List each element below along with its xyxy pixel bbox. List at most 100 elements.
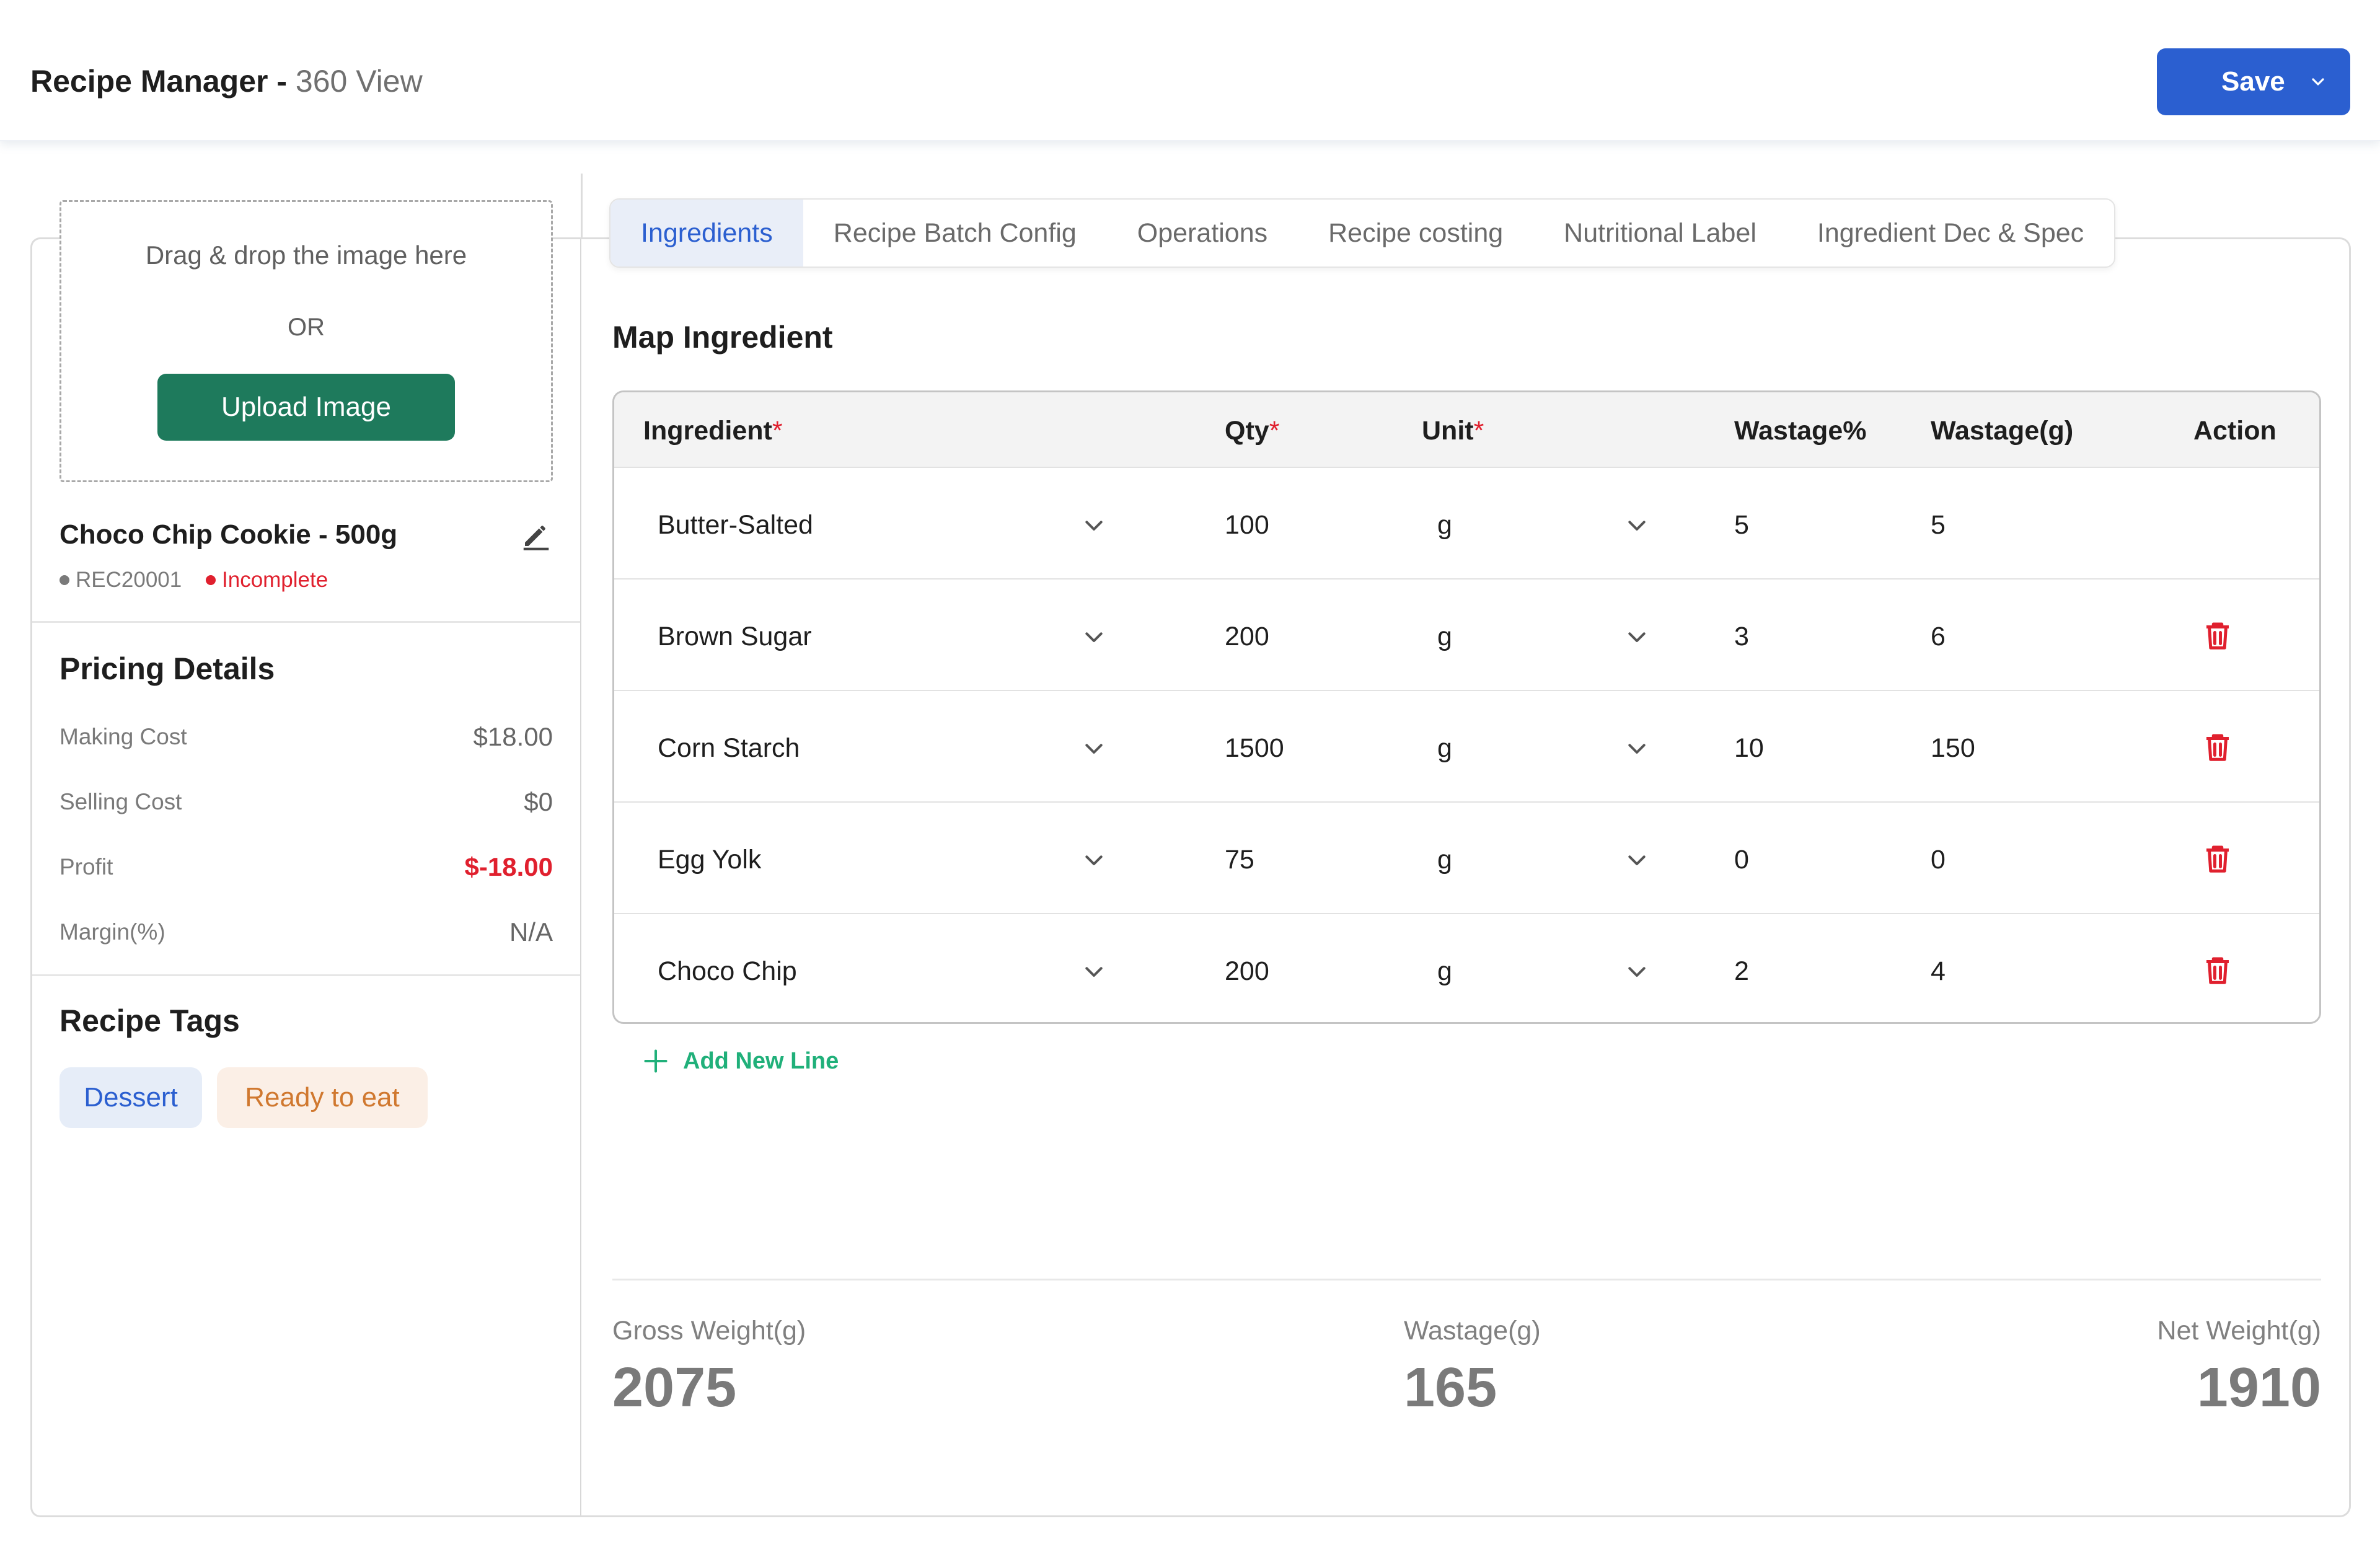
qty-input[interactable]: 1500	[1225, 733, 1284, 764]
ingredient-table: Ingredient* Qty* Unit* Wastage% Wastage(…	[612, 390, 2321, 1024]
chevron-down-icon[interactable]	[1082, 960, 1106, 979]
unit-select[interactable]: g	[1437, 622, 1452, 652]
unit-select[interactable]: g	[1437, 510, 1452, 540]
recipe-code: REC20001	[60, 568, 182, 593]
col-action: Action	[2193, 416, 2276, 446]
status-dot	[206, 575, 216, 585]
unit-select[interactable]: g	[1437, 845, 1452, 875]
price-label: Profit	[60, 854, 113, 879]
required-mark: *	[1473, 416, 1484, 446]
tab-nutritional-label[interactable]: Nutritional Label	[1533, 200, 1787, 267]
chevron-down-icon[interactable]	[1082, 625, 1106, 644]
chevron-down-icon[interactable]	[2308, 72, 2328, 92]
delete-trash-icon[interactable]	[2201, 951, 2234, 989]
wastage-total-label: Wastage(g)	[1404, 1316, 1541, 1346]
tag-dessert[interactable]: Dessert	[60, 1067, 202, 1128]
ingredient-select[interactable]: Corn Starch	[658, 733, 800, 764]
status-text: Incomplete	[222, 568, 328, 592]
ingredient-select[interactable]: Butter-Salted	[658, 510, 813, 540]
dropzone-or: OR	[288, 314, 325, 341]
col-unit-label: Unit	[1422, 416, 1474, 446]
table-header: Ingredient* Qty* Unit* Wastage% Wastage(…	[614, 392, 2319, 467]
tab-bar: Ingredients Recipe Batch Config Operatio…	[609, 198, 2116, 268]
tab-recipe-costing[interactable]: Recipe costing	[1298, 200, 1533, 267]
plus-icon	[644, 1049, 668, 1073]
save-button-label: Save	[2221, 66, 2285, 97]
upload-image-button[interactable]: Upload Image	[157, 374, 455, 441]
net-weight-value: 1910	[2197, 1357, 2321, 1419]
price-label: Selling Cost	[60, 789, 182, 814]
wastage-g-value: 0	[1931, 845, 1946, 875]
tab-ingredients[interactable]: Ingredients	[610, 200, 803, 267]
image-dropzone[interactable]: Drag & drop the image here OR Upload Ima…	[60, 200, 553, 482]
chevron-down-icon[interactable]	[1624, 514, 1649, 532]
chevron-down-icon[interactable]	[1082, 737, 1106, 756]
col-ingredient: Ingredient*	[643, 416, 783, 446]
delete-trash-icon[interactable]	[2201, 728, 2234, 765]
table-row: Brown Sugar 200 g 3 6	[614, 578, 2319, 690]
wastage-pct-input[interactable]: 5	[1734, 510, 1749, 540]
tags-title: Recipe Tags	[60, 1003, 240, 1038]
col-ingredient-label: Ingredient	[643, 416, 772, 446]
chevron-down-icon[interactable]	[1624, 848, 1649, 867]
price-value: $-18.00	[464, 852, 553, 881]
status-badge: Incomplete	[206, 568, 328, 593]
col-qty: Qty*	[1225, 416, 1279, 446]
gross-weight-value: 2075	[612, 1357, 737, 1419]
wastage-pct-input[interactable]: 0	[1734, 845, 1749, 875]
price-value: N/A	[509, 917, 553, 946]
wastage-g-value: 6	[1931, 622, 1946, 651]
wastage-pct-input[interactable]: 10	[1734, 733, 1764, 764]
delete-trash-icon[interactable]	[2201, 840, 2234, 877]
qty-input[interactable]: 100	[1225, 510, 1269, 540]
recipe-code-text: REC20001	[76, 568, 182, 592]
table-row: Egg Yolk 75 g 0 0	[614, 801, 2319, 913]
ingredient-select[interactable]: Brown Sugar	[658, 622, 812, 652]
col-wastage-pct: Wastage%	[1734, 416, 1867, 446]
qty-input[interactable]: 75	[1225, 845, 1254, 875]
delete-trash-icon[interactable]	[2201, 617, 2234, 654]
gross-weight-label: Gross Weight(g)	[612, 1316, 806, 1346]
price-label: Margin(%)	[60, 919, 165, 945]
table-row: Butter-Salted 100 g 5 5	[614, 467, 2319, 578]
chevron-down-icon[interactable]	[1082, 514, 1106, 532]
tab-ingredient-dec-spec[interactable]: Ingredient Dec & Spec	[1787, 200, 2114, 267]
add-new-line-button[interactable]: Add New Line	[642, 1047, 839, 1075]
unit-select[interactable]: g	[1437, 733, 1452, 764]
wastage-pct-input[interactable]: 2	[1734, 956, 1749, 987]
col-wastage-g: Wastage(g)	[1931, 416, 2074, 446]
chevron-down-icon[interactable]	[1082, 848, 1106, 867]
unit-select[interactable]: g	[1437, 956, 1452, 987]
wastage-pct-input[interactable]: 3	[1734, 622, 1749, 652]
pricing-row-making-cost: Making Cost $18.00	[60, 722, 553, 752]
tag-ready-to-eat[interactable]: Ready to eat	[217, 1067, 428, 1128]
save-button[interactable]: Save	[2157, 48, 2350, 115]
tab-recipe-batch-config[interactable]: Recipe Batch Config	[803, 200, 1107, 267]
chevron-down-icon[interactable]	[1624, 625, 1649, 644]
net-weight-label: Net Weight(g)	[2157, 1316, 2321, 1346]
required-mark: *	[1269, 416, 1280, 446]
qty-input[interactable]: 200	[1225, 622, 1269, 652]
qty-input[interactable]: 200	[1225, 956, 1269, 987]
table-row: Corn Starch 1500 g 10 150	[614, 690, 2319, 801]
page-title-main: Recipe Manager -	[30, 64, 296, 99]
price-label: Making Cost	[60, 724, 187, 749]
summary-divider	[612, 1279, 2321, 1280]
pricing-row-profit: Profit $-18.00	[60, 852, 553, 882]
code-dot	[60, 575, 69, 585]
edit-pencil-icon[interactable]	[519, 518, 553, 552]
dropzone-instruction: Drag & drop the image here	[145, 240, 467, 270]
wastage-total-value: 165	[1404, 1357, 1497, 1419]
pricing-row-margin: Margin(%) N/A	[60, 917, 553, 947]
chevron-down-icon[interactable]	[1624, 737, 1649, 756]
wastage-g-value: 4	[1931, 956, 1946, 986]
ingredient-select[interactable]: Choco Chip	[658, 956, 797, 987]
col-unit: Unit*	[1422, 416, 1484, 446]
recipe-name: Choco Chip Cookie - 500g	[60, 519, 398, 550]
pricing-title: Pricing Details	[60, 651, 275, 686]
tab-operations[interactable]: Operations	[1107, 200, 1298, 267]
pricing-row-selling-cost: Selling Cost $0	[60, 787, 553, 817]
ingredient-select[interactable]: Egg Yolk	[658, 845, 761, 875]
map-ingredient-title: Map Ingredient	[612, 320, 833, 355]
chevron-down-icon[interactable]	[1624, 960, 1649, 979]
